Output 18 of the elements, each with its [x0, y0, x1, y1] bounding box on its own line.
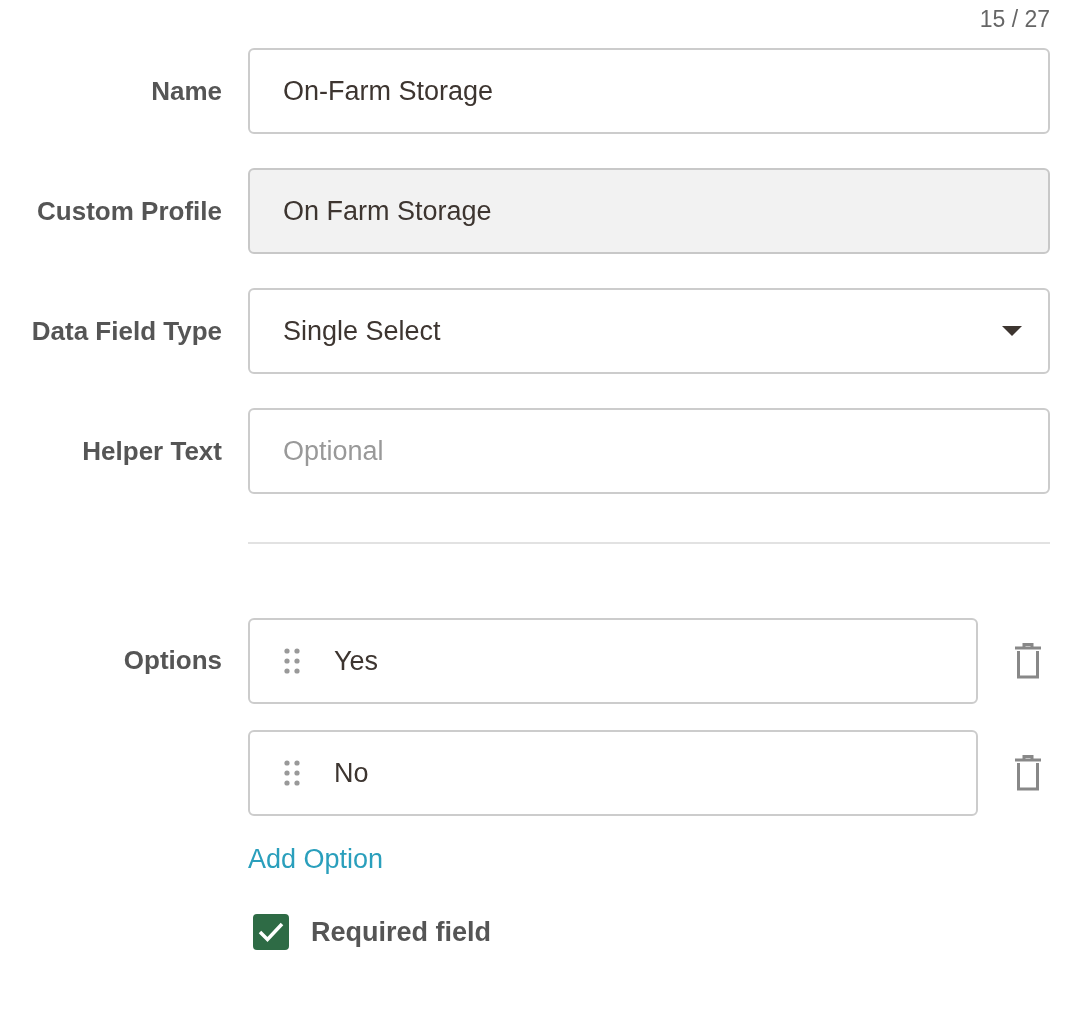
text-field[interactable]: On-Farm Storage — [248, 48, 1050, 134]
field-label: Name — [150, 75, 222, 107]
checkbox-label: Required field — [311, 916, 492, 948]
drag-handle-icon[interactable] — [284, 648, 300, 674]
trash-icon[interactable] — [1014, 755, 1042, 791]
select-field[interactable]: Single Select — [248, 288, 1050, 374]
option-field[interactable]: Yes — [248, 618, 978, 704]
field-label: Helper Text — [81, 435, 222, 467]
drag-handle-icon[interactable] — [284, 760, 300, 786]
character-counter: 15 / 27 — [979, 5, 1050, 34]
caret-icon — [1002, 326, 1022, 336]
checkbox[interactable] — [253, 914, 289, 950]
trash-icon[interactable] — [1014, 643, 1042, 679]
field-label: Data Field Type — [30, 315, 222, 347]
field-label: Options — [122, 645, 222, 676]
field-label: Custom Profile — [36, 195, 222, 227]
option-field[interactable]: No — [248, 730, 978, 816]
text-field[interactable]: Optional — [248, 408, 1050, 494]
